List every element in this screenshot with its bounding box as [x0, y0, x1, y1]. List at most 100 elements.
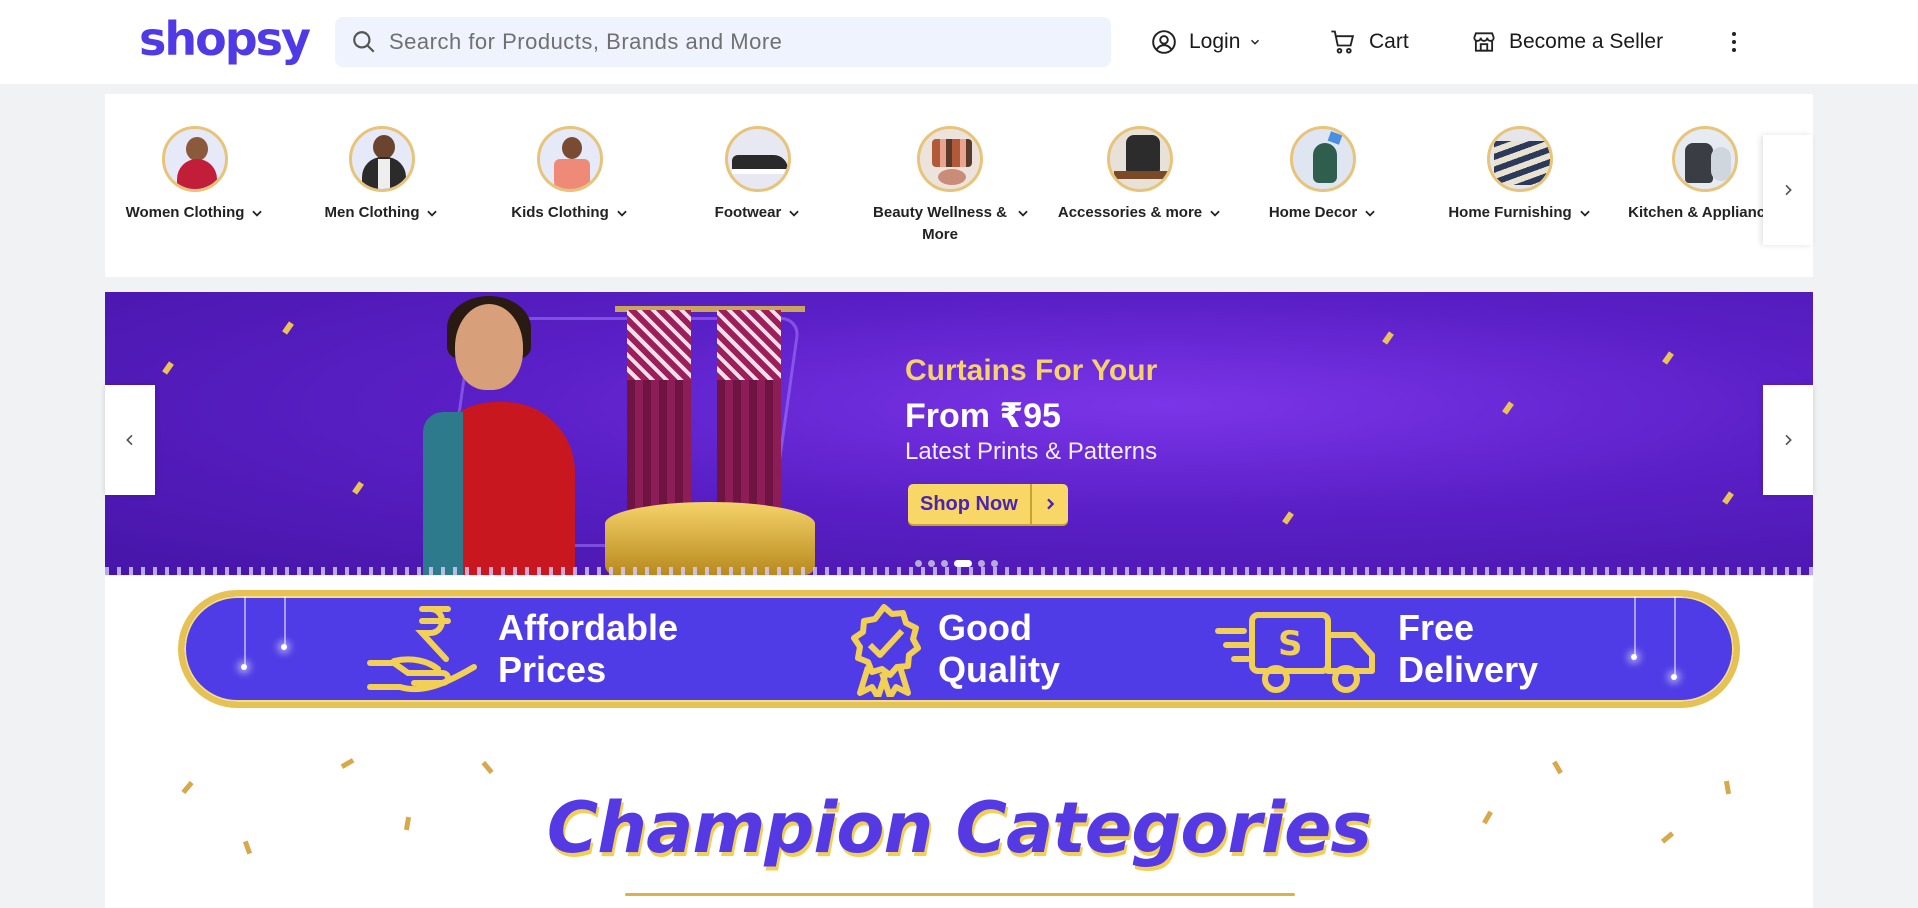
- men-clothing-thumb: [349, 126, 415, 192]
- chevron-down-icon: [789, 210, 800, 217]
- banner-light-string: [105, 567, 1813, 575]
- chevron-down-icon: [252, 210, 263, 217]
- banner-prev-button[interactable]: [105, 385, 155, 495]
- confetti: [1282, 511, 1294, 525]
- rupee-hand-icon: [367, 606, 477, 693]
- carousel-dot[interactable]: [941, 560, 948, 567]
- light-string: [1674, 596, 1676, 676]
- podium: [605, 502, 815, 575]
- user-circle-icon: [1152, 30, 1176, 54]
- confetti: [1502, 401, 1514, 415]
- sparkle: [241, 664, 247, 670]
- light-string: [284, 596, 286, 646]
- chevron-down-icon: [1210, 210, 1220, 217]
- banner-subtitle: Latest Prints & Patterns: [905, 438, 1158, 465]
- confetti: [481, 760, 494, 775]
- category-kids-clothing[interactable]: Kids Clothing: [480, 126, 660, 224]
- category-men-clothing[interactable]: Men Clothing: [292, 126, 472, 224]
- search-icon: [353, 31, 375, 53]
- search-bar[interactable]: [335, 17, 1111, 67]
- home-decor-thumb: [1290, 126, 1356, 192]
- section-title: Champion Categories: [546, 787, 1372, 869]
- confetti: [1552, 760, 1563, 775]
- hero-banner[interactable]: Curtains For Your From ₹95 Latest Prints…: [105, 292, 1813, 575]
- confetti: [1662, 351, 1674, 365]
- women-clothing-thumb: [162, 126, 228, 192]
- light-string: [1634, 596, 1636, 656]
- beauty-thumb: [917, 126, 983, 192]
- confetti: [1722, 491, 1734, 505]
- confetti: [1382, 331, 1394, 345]
- confetti: [162, 361, 174, 375]
- category-label: Beauty Wellness & More: [873, 204, 1007, 243]
- value-line1: Good: [938, 607, 1032, 648]
- carousel-dot[interactable]: [915, 560, 922, 567]
- confetti: [340, 758, 355, 769]
- cart-icon: [1331, 30, 1355, 54]
- carousel-dot-active[interactable]: [954, 560, 972, 567]
- cart-label: Cart: [1369, 30, 1409, 53]
- kids-clothing-thumb: [537, 126, 603, 192]
- chevron-down-icon: [1251, 39, 1260, 45]
- value-good-quality: Good Quality: [844, 596, 1060, 702]
- login-menu[interactable]: Login: [1151, 22, 1262, 62]
- category-label: Accessories & more: [1057, 204, 1203, 221]
- chevron-down-icon: [1365, 210, 1375, 217]
- chevron-down-icon: [1018, 210, 1028, 217]
- value-line1: Affordable: [498, 607, 678, 648]
- quality-badge-icon: [851, 604, 921, 697]
- model-vest: [423, 412, 463, 575]
- chevron-right-icon: [1785, 434, 1792, 446]
- search-input[interactable]: [389, 29, 1089, 55]
- category-label: Footwear: [714, 204, 782, 221]
- value-free-delivery: S Free Delivery: [1214, 596, 1538, 702]
- category-label: Home Furnishing: [1448, 204, 1572, 221]
- value-line1: Free: [1398, 607, 1475, 648]
- cart-link[interactable]: Cart: [1329, 22, 1409, 62]
- category-home-decor[interactable]: Home Decor: [1233, 126, 1413, 224]
- category-label: Home Decor: [1268, 204, 1358, 221]
- chevron-down-icon: [1579, 210, 1590, 217]
- value-line2: Quality: [938, 649, 1061, 690]
- sparkle: [1631, 654, 1637, 660]
- category-next-button[interactable]: [1763, 135, 1813, 245]
- chevron-down-icon: [427, 210, 438, 217]
- login-label: Login: [1189, 30, 1241, 53]
- more-options-icon[interactable]: [1722, 26, 1746, 58]
- category-strip: Women Clothing Men Clothing Kids Clothin…: [105, 94, 1813, 277]
- delivery-truck-icon: S: [1215, 612, 1375, 693]
- category-footwear[interactable]: Footwear: [668, 126, 848, 224]
- category-label: Women Clothing: [125, 204, 245, 221]
- seller-label: Become a Seller: [1509, 30, 1664, 53]
- category-accessories[interactable]: Accessories & more: [1045, 126, 1235, 224]
- value-props-banner: Affordable Prices Good Quality S Free De…: [178, 590, 1740, 708]
- banner-headline: Curtains For Your: [905, 354, 1158, 387]
- category-label: Men Clothing: [324, 204, 420, 221]
- svg-text:S: S: [1278, 624, 1303, 664]
- carousel-dot[interactable]: [978, 560, 985, 567]
- kitchen-thumb: [1672, 126, 1738, 192]
- champion-categories-section: Champion Categories: [105, 721, 1813, 908]
- category-home-furnishing[interactable]: Home Furnishing: [1425, 126, 1615, 224]
- chevron-down-icon: [617, 210, 627, 217]
- title-underline: [625, 893, 1295, 896]
- confetti: [352, 481, 364, 495]
- confetti: [282, 321, 294, 335]
- value-line2: Prices: [498, 649, 607, 690]
- carousel-dot[interactable]: [928, 560, 935, 567]
- become-seller-link[interactable]: Become a Seller: [1471, 22, 1663, 62]
- value-affordable-prices: Affordable Prices: [364, 596, 678, 702]
- shop-now-label: Shop Now: [920, 493, 1018, 515]
- category-beauty-wellness[interactable]: Beauty Wellness & More: [845, 126, 1055, 246]
- chevron-left-icon: [126, 434, 133, 446]
- carousel-dot[interactable]: [991, 560, 998, 567]
- shopsy-logo[interactable]: shopsy: [139, 12, 311, 66]
- curtain-panel: [717, 310, 781, 520]
- store-icon: [1473, 32, 1495, 52]
- carousel-dots: [915, 560, 998, 567]
- shop-now-button[interactable]: Shop Now: [908, 484, 1068, 524]
- category-women-clothing[interactable]: Women Clothing: [105, 126, 285, 224]
- banner-next-button[interactable]: [1763, 385, 1813, 495]
- home-furnishing-thumb: [1487, 126, 1553, 192]
- curtain-panel: [627, 310, 691, 520]
